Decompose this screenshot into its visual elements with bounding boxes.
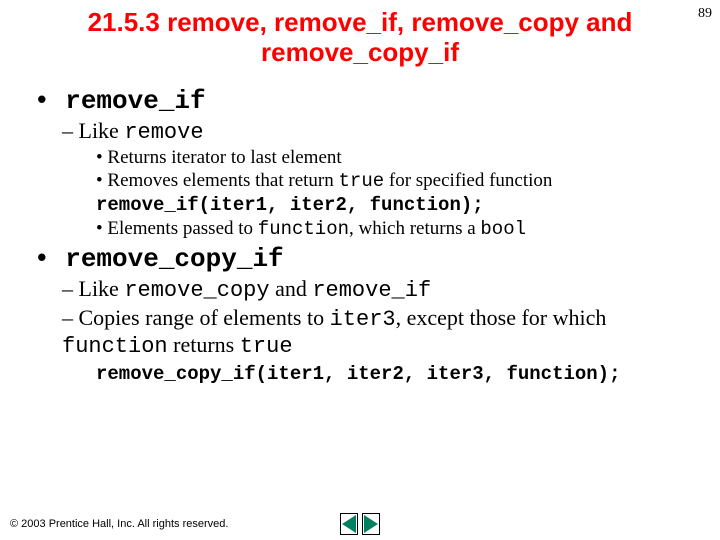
- triangle-left-icon: [342, 515, 356, 533]
- sub-like-remove-copy: Like remove_copy and remove_if: [62, 276, 686, 303]
- detail-list: Elements passed to function, which retur…: [62, 218, 686, 240]
- dash-bullet: [62, 118, 79, 143]
- detail-removes-true: Removes elements that return true for sp…: [96, 170, 686, 192]
- sub-copies-range: Copies range of elements to iter3, excep…: [62, 305, 686, 359]
- text: Removes elements that return: [107, 170, 338, 191]
- page-number: 89: [698, 6, 712, 22]
- footer: © 2003 Prentice Hall, Inc. All rights re…: [10, 518, 710, 530]
- text: returns: [168, 332, 240, 357]
- mono-text: iter3: [330, 307, 396, 332]
- bullet-list-level1: remove_if Like remove Returns iterator t…: [34, 86, 686, 385]
- next-button[interactable]: [362, 513, 380, 535]
- section-remove-copy-if: remove_copy_if Like remove_copy and remo…: [34, 244, 686, 385]
- triangle-right-icon: [364, 515, 378, 533]
- section-remove-if: remove_if Like remove Returns iterator t…: [34, 86, 686, 240]
- mono-text: true: [339, 170, 385, 192]
- detail-elements-passed: Elements passed to function, which retur…: [96, 218, 686, 240]
- text: for specified function: [384, 170, 552, 191]
- heading-remove-if: remove_if: [34, 86, 206, 116]
- mono-text: remove_if: [312, 278, 431, 303]
- copyright-text: © 2003 Prentice Hall, Inc. All rights re…: [10, 518, 228, 530]
- detail-returns-iterator: Returns iterator to last element: [96, 147, 686, 169]
- detail-list: Returns iterator to last element Removes…: [62, 147, 686, 192]
- prev-button[interactable]: [340, 513, 358, 535]
- heading-remove-copy-if: remove_copy_if: [34, 244, 284, 274]
- mono-text: true: [240, 334, 293, 359]
- code-remove-copy-if: remove_copy_if(iter1, iter2, iter3, func…: [34, 363, 686, 385]
- text: Like: [79, 118, 125, 143]
- sublist: Like remove_copy and remove_if Copies ra…: [34, 276, 686, 359]
- sub-like-remove: Like remove Returns iterator to last ele…: [62, 118, 686, 240]
- text: Copies range of elements to: [79, 305, 330, 330]
- slide-body: 21.5.3 remove, remove_if, remove_copy an…: [0, 0, 720, 385]
- text: and: [270, 276, 313, 301]
- mono-text: function: [258, 218, 349, 240]
- text: , except those for which: [396, 305, 607, 330]
- text: Elements passed to: [107, 218, 257, 239]
- nav-buttons: [340, 513, 380, 535]
- text: , which returns a: [349, 218, 480, 239]
- mono-text: function: [62, 334, 168, 359]
- mono-text: bool: [480, 218, 526, 240]
- code-remove-if: remove_if(iter1, iter2, function);: [62, 194, 686, 216]
- mono-text: remove: [124, 120, 203, 145]
- sublist: Like remove Returns iterator to last ele…: [34, 118, 686, 240]
- slide-title: 21.5.3 remove, remove_if, remove_copy an…: [34, 8, 686, 68]
- mono-text: remove_copy: [124, 278, 269, 303]
- text: Like: [79, 276, 125, 301]
